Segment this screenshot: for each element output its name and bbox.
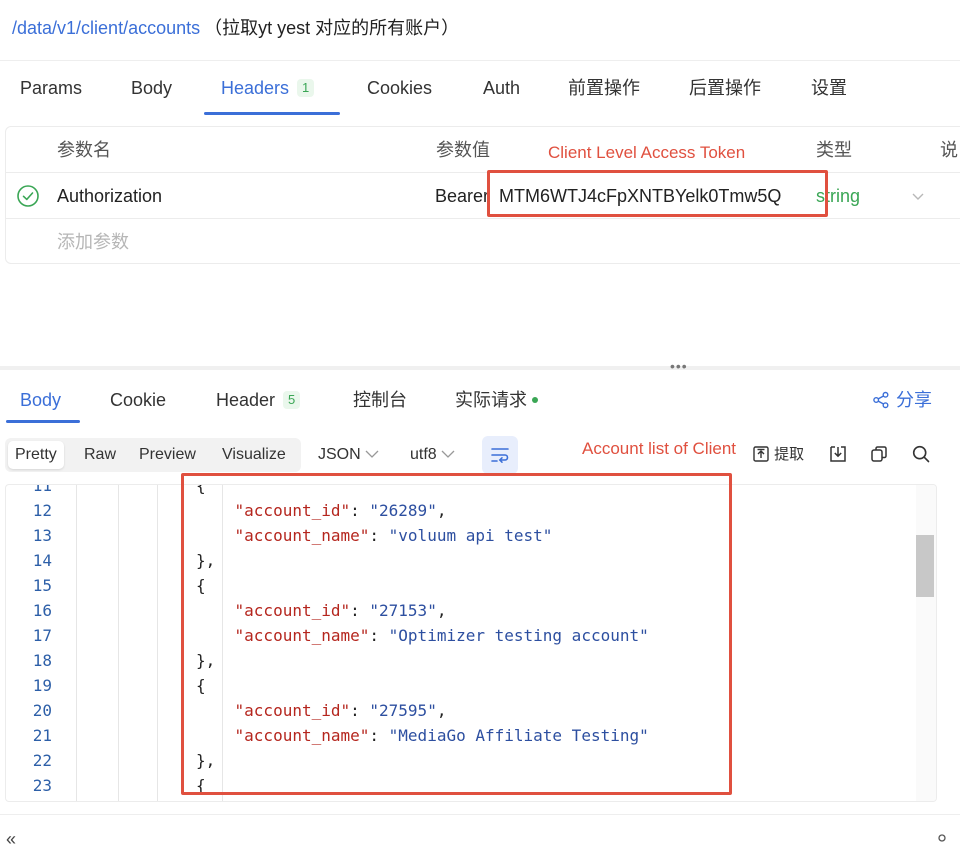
- tab-label: 前置操作: [568, 78, 640, 98]
- copy-icon[interactable]: [869, 444, 889, 464]
- tab-response-body[interactable]: Body: [20, 388, 61, 412]
- tab-label: Params: [20, 78, 83, 98]
- person-icon[interactable]: [934, 833, 950, 844]
- add-param-row[interactable]: 添加参数: [6, 219, 960, 265]
- line-number: 17: [32, 626, 52, 645]
- share-icon: [873, 391, 889, 409]
- tab-label: Body: [20, 390, 62, 410]
- tab-body[interactable]: Body: [131, 76, 172, 100]
- line-number: 20: [32, 701, 52, 720]
- request-tabs: Params Body Headers 1 Cookies Auth 前置操作 后…: [0, 62, 960, 115]
- tab-label: Body: [131, 78, 173, 98]
- tab-label: 控制台: [353, 390, 407, 410]
- format-select[interactable]: JSON: [318, 443, 379, 467]
- line-number: 13: [32, 526, 52, 545]
- share-label: 分享: [896, 390, 932, 410]
- tab-response-header[interactable]: Header 5: [216, 388, 301, 412]
- line-number: 22: [32, 751, 52, 770]
- view-pretty-button[interactable]: Pretty: [8, 441, 64, 469]
- active-tab-indicator: [6, 420, 80, 423]
- panel-splitter[interactable]: [0, 366, 960, 370]
- chevron-down-icon: [441, 450, 455, 458]
- tab-pre-processors[interactable]: 前置操作: [568, 76, 640, 100]
- collapse-left-icon[interactable]: «: [6, 829, 16, 844]
- line-number: 15: [32, 576, 52, 595]
- encoding-value: utf8: [410, 446, 437, 463]
- request-url-line: /data/v1/client/accounts （拉取yt yest 对应的所有…: [12, 16, 459, 40]
- extract-button[interactable]: 提取: [752, 444, 804, 466]
- param-value-prefix[interactable]: Bearer: [435, 184, 489, 208]
- line-number: 19: [32, 676, 52, 695]
- response-actions: 提取: [748, 432, 960, 478]
- chevron-down-icon: [365, 450, 379, 458]
- tab-auth[interactable]: Auth: [483, 76, 520, 100]
- response-toolbar: Pretty Raw Preview Visualize JSON utf8 提…: [0, 432, 960, 478]
- view-preview-button[interactable]: Preview: [139, 443, 196, 467]
- tab-actual-request[interactable]: 实际请求: [455, 388, 538, 412]
- tab-label: Cookies: [367, 78, 433, 98]
- tab-label: Cookie: [110, 390, 167, 410]
- line-number: 11: [32, 484, 52, 495]
- extract-icon: [753, 446, 769, 462]
- extract-label: 提取: [774, 446, 805, 463]
- line-number: 23: [32, 776, 52, 795]
- line-number: 16: [32, 601, 52, 620]
- tab-label: Headers: [221, 78, 290, 98]
- search-icon[interactable]: [911, 444, 931, 464]
- request-path[interactable]: /data/v1/client/accounts: [12, 18, 200, 38]
- table-header: 参数名 参数值 类型 说: [6, 127, 960, 173]
- tab-response-cookie[interactable]: Cookie: [110, 388, 166, 412]
- encoding-select[interactable]: utf8: [410, 443, 455, 467]
- col-description: 说: [940, 140, 958, 160]
- response-tabs: Body Cookie Header 5 控制台 实际请求 分享: [0, 374, 960, 424]
- tab-cookies[interactable]: Cookies: [367, 76, 432, 100]
- tab-label: 实际请求: [455, 390, 527, 410]
- tab-label: 后置操作: [689, 78, 761, 98]
- account-list-highlight-box: [181, 473, 732, 795]
- line-number: 18: [32, 651, 52, 670]
- add-param-placeholder[interactable]: 添加参数: [57, 230, 129, 254]
- download-icon[interactable]: [828, 444, 848, 464]
- tab-post-processors[interactable]: 后置操作: [689, 76, 761, 100]
- line-number: 14: [32, 551, 52, 570]
- bottom-bar: «: [0, 814, 960, 844]
- tab-label: 设置: [811, 78, 847, 98]
- col-type: 类型: [816, 140, 852, 160]
- wrap-lines-icon: [491, 448, 509, 463]
- col-param-value: 参数值: [436, 140, 490, 160]
- scrollbar-track[interactable]: [916, 485, 936, 801]
- tab-params[interactable]: Params: [20, 76, 82, 100]
- active-tab-indicator: [204, 112, 340, 115]
- view-mode-group: Pretty Raw Preview Visualize: [5, 438, 301, 472]
- account-list-annotation-label: Account list of Client: [582, 439, 737, 458]
- check-circle-icon[interactable]: [16, 184, 40, 208]
- drag-handle-icon[interactable]: •••: [670, 359, 688, 373]
- param-name[interactable]: Authorization: [57, 184, 162, 208]
- col-param-name: 参数名: [57, 140, 111, 160]
- token-annotation-label: Client Level Access Token: [548, 143, 746, 162]
- top-divider: [0, 60, 960, 61]
- line-number: 21: [32, 726, 52, 745]
- view-raw-button[interactable]: Raw: [84, 443, 116, 467]
- chevron-down-icon[interactable]: [910, 188, 926, 204]
- status-dot: [532, 397, 538, 403]
- share-button[interactable]: 分享: [872, 388, 932, 412]
- tab-label: Auth: [483, 78, 521, 98]
- header-count-badge: 5: [283, 391, 301, 409]
- view-visualize-button[interactable]: Visualize: [222, 443, 286, 467]
- tab-headers[interactable]: Headers 1: [221, 76, 315, 100]
- format-value: JSON: [318, 446, 361, 463]
- request-description: （拉取yt yest 对应的所有账户）: [204, 18, 460, 38]
- tab-settings[interactable]: 设置: [811, 76, 847, 100]
- headers-count-badge: 1: [297, 79, 315, 97]
- line-number: 12: [32, 501, 52, 520]
- wrap-lines-button[interactable]: [482, 436, 518, 474]
- token-highlight-box: [487, 170, 828, 217]
- tab-console[interactable]: 控制台: [353, 388, 407, 412]
- tab-label: Header: [216, 390, 276, 410]
- scrollbar-thumb[interactable]: [916, 535, 934, 597]
